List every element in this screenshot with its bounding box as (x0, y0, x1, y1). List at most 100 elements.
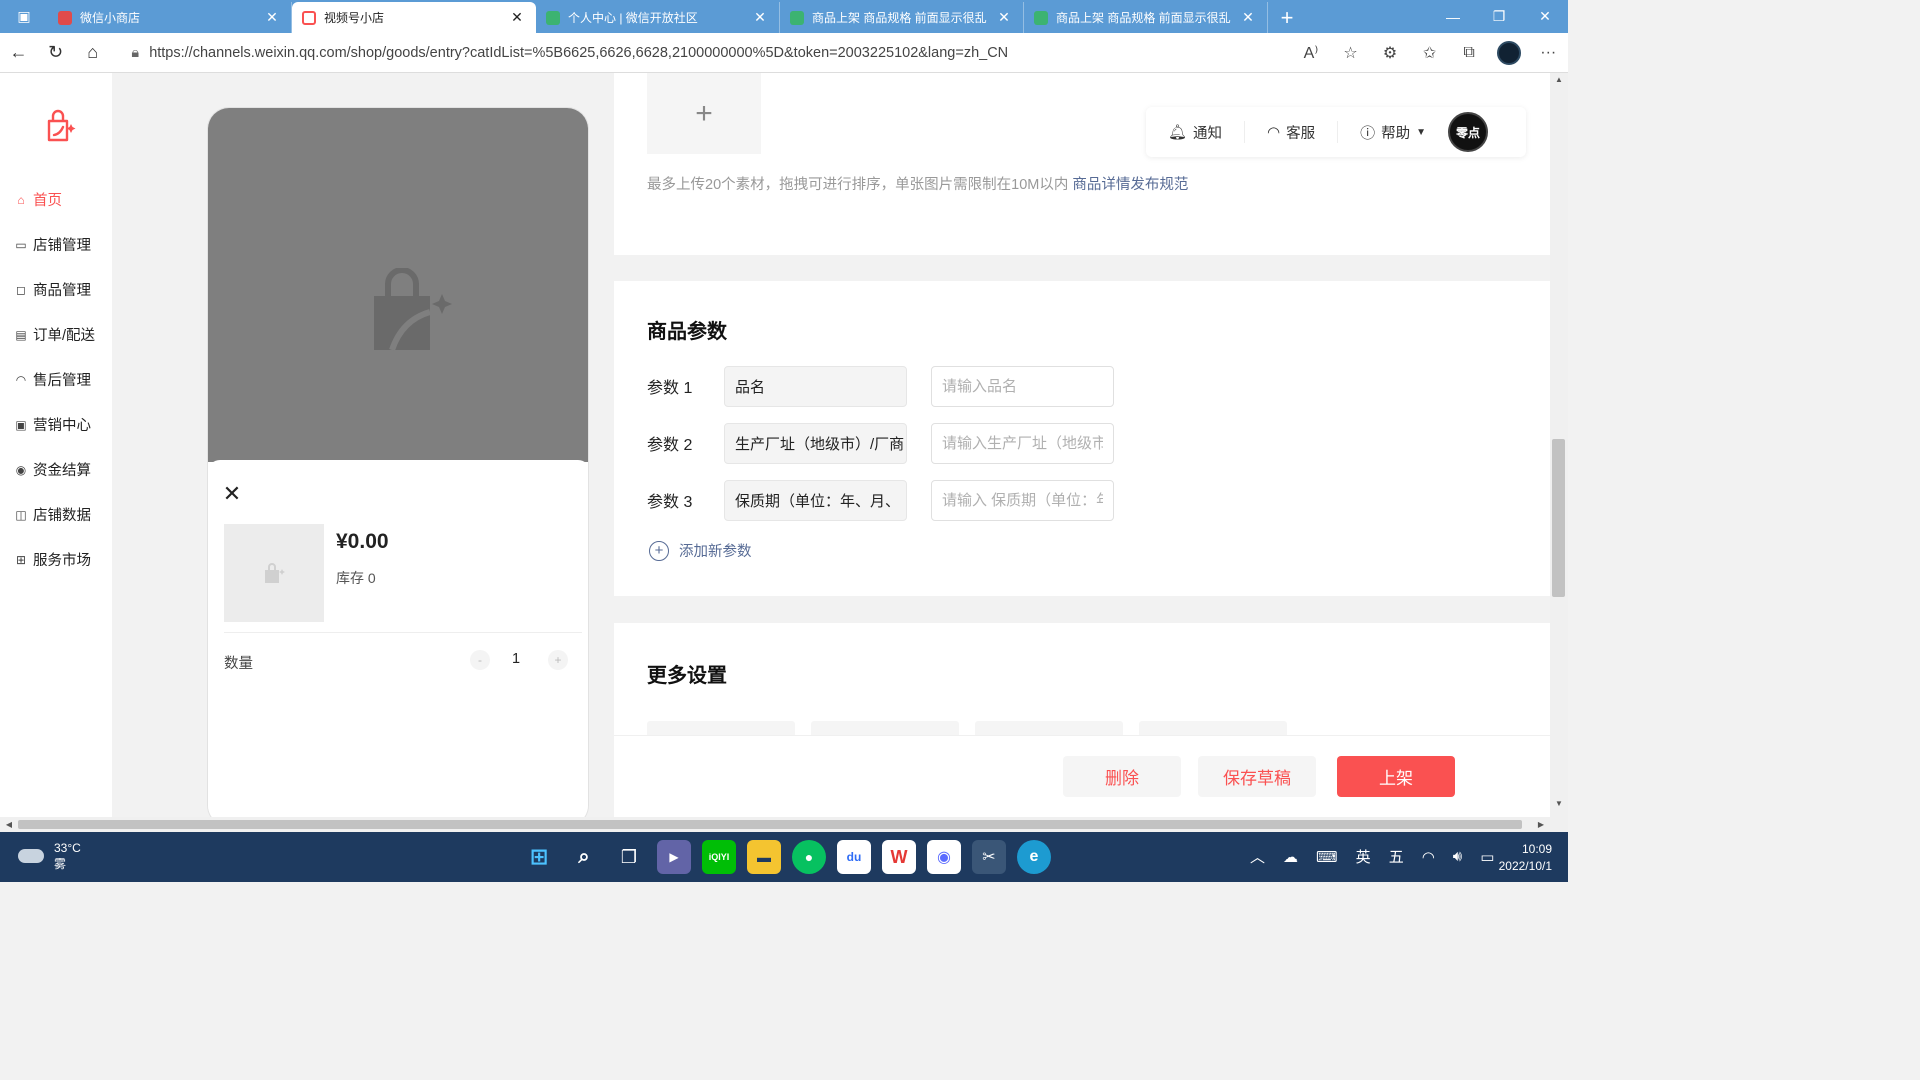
community-favicon-icon (546, 10, 560, 25)
windows-start-icon[interactable]: ⊞ (522, 840, 556, 874)
onedrive-cloud-icon[interactable]: ☁ (1283, 848, 1298, 866)
add-param-button[interactable]: + 添加新参数 (649, 540, 752, 561)
iqiyi-icon[interactable]: iQIYI (702, 840, 736, 874)
read-aloud-icon[interactable]: A⁾ (1291, 33, 1331, 73)
sidebar-item-home[interactable]: ⌂ 首页 (0, 177, 112, 222)
close-icon[interactable]: ✕ (263, 9, 281, 26)
tab-forum-post-2[interactable]: 商品上架 商品规格 前面显示很乱 ✕ (1024, 2, 1268, 33)
weather-widget[interactable]: 33°C 雾 (18, 840, 81, 872)
help-button[interactable]: ⓘ 帮助 ▼ (1338, 121, 1442, 143)
sidebar-item-data[interactable]: ◫ 店铺数据 (0, 492, 112, 537)
vertical-scrollbar[interactable]: ▲ ▼ (1550, 73, 1568, 817)
keyboard-icon[interactable]: ⌨ (1316, 848, 1338, 866)
extensions-icon[interactable]: ⚙ (1370, 33, 1410, 73)
tab-dev-community[interactable]: 个人中心 | 微信开放社区 ✕ (536, 2, 780, 33)
close-icon[interactable]: ✕ (751, 9, 769, 26)
sidebar-item-aftersale[interactable]: ◠ 售后管理 (0, 357, 112, 402)
delete-button[interactable]: 删除 (1063, 756, 1181, 797)
tab-actions-icon[interactable]: ▣ (0, 0, 48, 33)
chevron-up-icon[interactable]: ︿ (1250, 846, 1265, 867)
tab-forum-post-1[interactable]: 商品上架 商品规格 前面显示很乱 ✕ (780, 2, 1024, 33)
system-tray: ︿ ☁ ⌨ 英 五 ◠ 🔊︎ ▭ (1250, 846, 1512, 867)
weixin-shop-favicon-icon (58, 10, 72, 25)
sidebar-item-goods[interactable]: ◻ 商品管理 (0, 267, 112, 312)
sidebar-item-store[interactable]: ▭ 店铺管理 (0, 222, 112, 267)
param-name-field: 生产厂址（地级市）/厂商 (724, 422, 907, 464)
edge-icon[interactable]: e (1017, 840, 1051, 874)
url-field[interactable]: 🔒︎ https://channels.weixin.qq.com/shop/g… (121, 37, 1291, 69)
horizontal-scrollbar[interactable]: ◀ ▶ (0, 817, 1568, 832)
browser-tab-bar: ▣ 微信小商店 ✕ 视频号小店 ✕ 个人中心 | 微信开放社区 ✕ 商品上架 商… (0, 0, 1568, 33)
sidebar-item-market[interactable]: ⊞ 服务市场 (0, 537, 112, 582)
caret-down-icon: ▼ (1416, 126, 1427, 138)
ime-mode[interactable]: 五 (1389, 846, 1404, 867)
wps-icon[interactable]: W (882, 840, 916, 874)
sidebar-item-marketing[interactable]: ▣ 营销中心 (0, 402, 112, 447)
plus-circle-icon: + (649, 540, 669, 561)
chart-icon: ◫ (15, 507, 27, 522)
cloud-icon (18, 849, 44, 863)
service-button[interactable]: ◠ 客服 (1245, 121, 1339, 143)
more-menu-icon[interactable]: ··· (1528, 33, 1568, 73)
restore-icon[interactable]: ❐ (1476, 0, 1522, 33)
window-close-icon[interactable]: ✕ (1522, 0, 1568, 33)
scroll-up-icon[interactable]: ▲ (1550, 75, 1568, 91)
snipping-tool-icon[interactable]: ✂ (972, 840, 1006, 874)
favorites-icon[interactable]: ✩ (1410, 33, 1450, 73)
scroll-down-icon[interactable]: ▼ (1550, 799, 1568, 815)
quantity-decrease-button[interactable]: - (470, 650, 490, 670)
collections-icon[interactable]: ⧉ (1449, 33, 1489, 73)
volume-icon[interactable]: 🔊︎ (1453, 848, 1462, 865)
wechat-icon[interactable]: ● (792, 840, 826, 874)
ime-language[interactable]: 英 (1356, 846, 1371, 867)
param-value-input[interactable] (931, 479, 1114, 521)
more-settings-title: 更多设置 (647, 665, 727, 687)
close-icon[interactable]: ✕ (995, 9, 1013, 26)
meet-icon[interactable]: ▶ (657, 840, 691, 874)
lock-icon[interactable]: 🔒︎ (121, 45, 149, 61)
minimize-icon[interactable]: — (1430, 0, 1476, 33)
upload-add-button[interactable]: + (647, 73, 761, 154)
home-nav-icon[interactable]: ⌂ (74, 33, 111, 73)
baidu-netdisk-icon[interactable]: du (837, 840, 871, 874)
bag-icon: ◻ (16, 282, 26, 297)
publish-rules-link[interactable]: 商品详情发布规范 (1072, 177, 1188, 193)
avatar[interactable]: 零点 (1448, 112, 1489, 152)
wifi-icon[interactable]: ◠ (1422, 848, 1435, 866)
tab-weixin-shop[interactable]: 微信小商店 ✕ (48, 2, 292, 33)
param-row: 参数 2 生产厂址（地级市）/厂商 (647, 422, 1114, 464)
tab-channels-shop[interactable]: 视频号小店 ✕ (292, 2, 536, 33)
scroll-thumb[interactable] (18, 820, 1522, 829)
param-value-input[interactable] (931, 422, 1114, 464)
publish-button[interactable]: 上架 (1337, 756, 1455, 797)
back-icon[interactable]: ← (0, 33, 37, 73)
new-tab-icon[interactable]: + (1268, 2, 1306, 33)
quantity-increase-button[interactable]: + (548, 650, 568, 670)
add-favorite-icon[interactable]: ☆ (1331, 33, 1371, 73)
close-icon[interactable]: ✕ (220, 482, 244, 506)
param-label: 参数 3 (647, 494, 693, 511)
param-row: 参数 1 品名 (647, 365, 1114, 407)
action-bar: 删除 保存草稿 上架 (614, 735, 1550, 817)
save-draft-button[interactable]: 保存草稿 (1198, 756, 1316, 797)
sidebar-item-orders[interactable]: ▤ 订单/配送 (0, 312, 112, 357)
scroll-left-icon[interactable]: ◀ (2, 817, 16, 832)
close-icon[interactable]: ✕ (508, 9, 526, 26)
param-value-input[interactable] (931, 365, 1114, 407)
profile-avatar[interactable] (1489, 33, 1529, 73)
scroll-right-icon[interactable]: ▶ (1534, 817, 1548, 832)
task-view-icon[interactable]: ❐ (612, 840, 646, 874)
sku-price: ¥0.00 (336, 530, 389, 553)
headset-icon: ◠ (1267, 124, 1281, 141)
battery-icon[interactable]: ▭ (1480, 848, 1494, 866)
search-icon[interactable]: ⌕ (567, 840, 601, 874)
app-icon[interactable]: ◉ (927, 840, 961, 874)
close-icon[interactable]: ✕ (1239, 9, 1257, 26)
scroll-thumb[interactable] (1552, 439, 1565, 597)
refresh-icon[interactable]: ↻ (37, 33, 74, 73)
divider (224, 632, 582, 633)
folder-icon[interactable]: ▬ (747, 840, 781, 874)
system-clock[interactable]: 10:09 2022/10/1 (1494, 841, 1552, 875)
sidebar-item-settlement[interactable]: ◉ 资金结算 (0, 447, 112, 492)
notify-button[interactable]: 🔔︎ 通知 (1146, 121, 1246, 143)
